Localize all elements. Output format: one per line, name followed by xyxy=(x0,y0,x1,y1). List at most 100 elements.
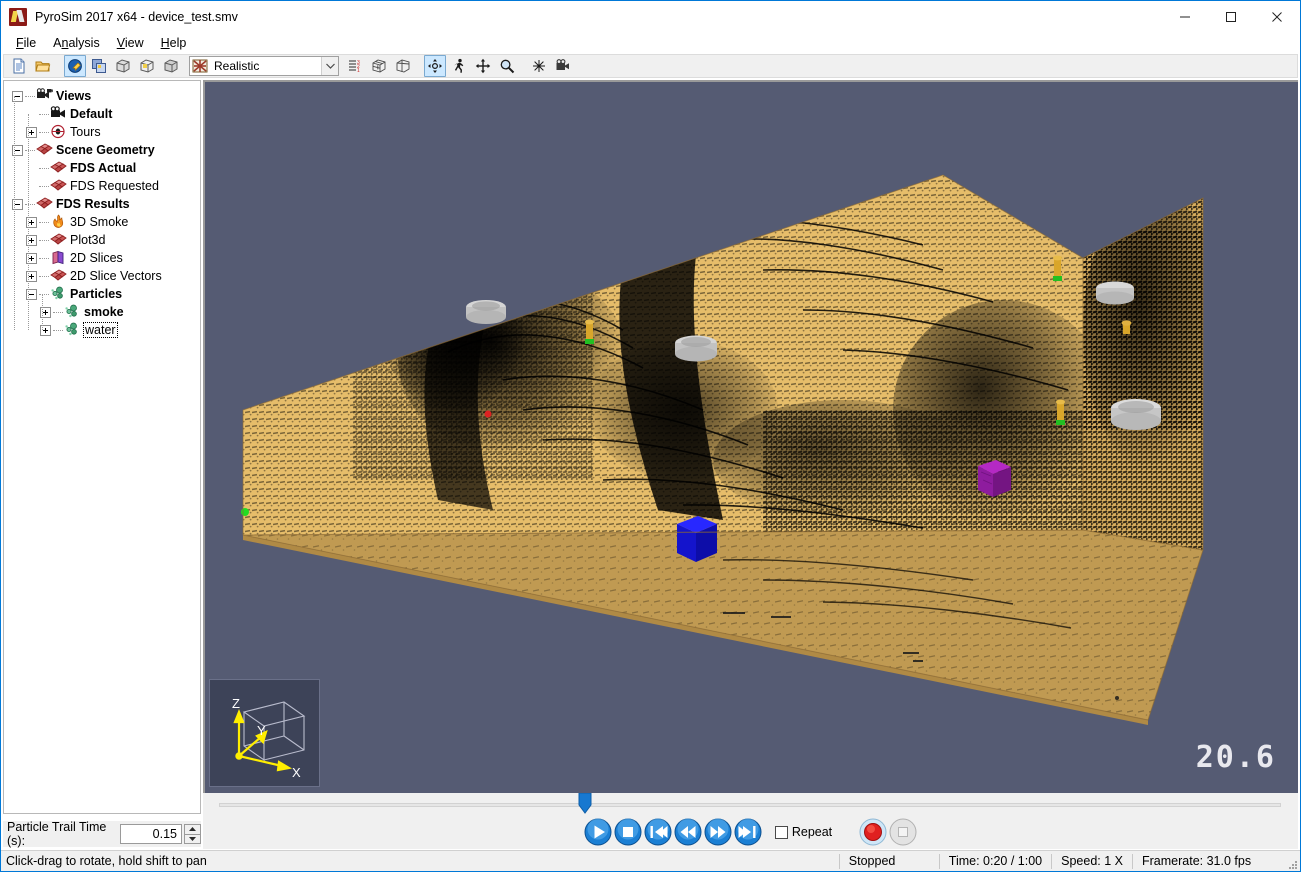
skip-to-end-button[interactable] xyxy=(734,818,762,846)
tree-item-label: Scene Geometry xyxy=(56,143,155,157)
tree-connector xyxy=(53,329,63,331)
tree-item-fds-actual[interactable]: FDS Actual xyxy=(8,159,200,177)
render-current-view-button[interactable] xyxy=(64,55,86,77)
close-icon[interactable] xyxy=(1254,1,1300,32)
smoke-detector-device xyxy=(466,300,506,324)
stop-record-button[interactable] xyxy=(889,818,917,846)
tree-item-3d-smoke[interactable]: 3D Smoke xyxy=(8,213,200,231)
tree-item-particles[interactable]: Particles xyxy=(8,285,200,303)
record-button[interactable] xyxy=(859,818,887,846)
svg-text:X: X xyxy=(292,765,301,780)
sprinkler-device xyxy=(585,319,594,344)
tree-item-plot3d[interactable]: Plot3d xyxy=(8,231,200,249)
movie-capture-button[interactable] xyxy=(552,55,574,77)
render-mode-value: Realistic xyxy=(214,59,260,73)
tree-item-2d-slice-vectors[interactable]: 2D Slice Vectors xyxy=(8,267,200,285)
particles-icon xyxy=(64,322,81,338)
menu-view[interactable]: View xyxy=(109,34,153,52)
tree-item-tours[interactable]: Tours xyxy=(8,123,200,141)
repeat-label: Repeat xyxy=(791,825,833,839)
play-button[interactable] xyxy=(584,818,612,846)
tree-guide-line xyxy=(14,96,15,330)
mesh-corner-marker-green xyxy=(241,508,249,516)
stepper-up-icon[interactable] xyxy=(184,824,201,835)
geometry-icon xyxy=(50,232,67,248)
geometry-icon xyxy=(50,160,67,176)
tree-item-label: Tours xyxy=(70,125,101,139)
tree-guide-line xyxy=(28,114,29,330)
tree-item-views[interactable]: Views xyxy=(8,87,200,105)
maximize-icon[interactable] xyxy=(1208,1,1254,32)
open-file-button[interactable] xyxy=(32,55,54,77)
tree-item-scene-geometry[interactable]: Scene Geometry xyxy=(8,141,200,159)
minimize-icon[interactable] xyxy=(1162,1,1208,32)
tree-connector xyxy=(25,149,35,151)
bounding-box-button[interactable] xyxy=(392,55,414,77)
tree-item-water[interactable]: water xyxy=(8,321,200,339)
tree-item-label: smoke xyxy=(84,305,124,319)
reset-view-button[interactable] xyxy=(528,55,550,77)
menu-bar: File Analysis View Help xyxy=(1,32,1300,54)
scene-tree-panel[interactable]: Views Default Tours Scene Geometry FDS Actua… xyxy=(3,80,201,814)
tree-item-label: FDS Actual xyxy=(70,161,137,175)
smoke-detector-device xyxy=(675,335,717,362)
mesh-grid-button[interactable] xyxy=(368,55,390,77)
time-slider-thumb[interactable] xyxy=(578,792,592,814)
repeat-checkbox[interactable] xyxy=(774,825,788,839)
tree-connector xyxy=(39,131,49,133)
render-all-button[interactable] xyxy=(88,55,110,77)
new-document-button[interactable] xyxy=(8,55,30,77)
tree-item-label: FDS Requested xyxy=(70,179,159,193)
zoom-tool-button[interactable] xyxy=(496,55,518,77)
resize-grip-icon[interactable] xyxy=(1282,853,1298,869)
status-state: Stopped xyxy=(838,853,939,869)
toolbar-separator-2 xyxy=(415,55,423,77)
playback-controls: Repeat xyxy=(203,815,1298,849)
fast-forward-button[interactable] xyxy=(704,818,732,846)
tree-item-default[interactable]: Default xyxy=(8,105,200,123)
tree-item-fds-requested[interactable]: FDS Requested xyxy=(8,177,200,195)
pan-tool-button[interactable] xyxy=(472,55,494,77)
particle-trail-stepper[interactable]: 0.15 xyxy=(120,824,201,844)
rotate-tool-button[interactable] xyxy=(424,55,446,77)
scene-tree: Views Default Tours Scene Geometry FDS Actua… xyxy=(4,81,200,339)
pyrosim-logo-icon xyxy=(9,7,27,26)
stop-button[interactable] xyxy=(614,818,642,846)
tree-item-label: Particles xyxy=(70,287,123,301)
3d-viewport[interactable]: Z X Y 20.6 xyxy=(203,80,1298,793)
show-geometry-button[interactable] xyxy=(112,55,134,77)
main-toolbar: Realistic 3 2 1 xyxy=(3,54,1298,78)
rewind-button[interactable] xyxy=(674,818,702,846)
menu-file[interactable]: File xyxy=(8,34,45,52)
tree-item-2d-slices[interactable]: 2D Slices xyxy=(8,249,200,267)
tree-item-label: Plot3d xyxy=(70,233,106,247)
sprinkler-device xyxy=(1121,320,1132,334)
particles-icon xyxy=(64,304,81,320)
repeat-toggle[interactable]: Repeat xyxy=(774,825,833,839)
menu-help-rest: elp xyxy=(169,36,187,50)
tree-item-smoke[interactable]: smoke xyxy=(8,303,200,321)
time-slider-row xyxy=(203,792,1298,815)
menu-analysis[interactable]: Analysis xyxy=(45,34,109,52)
title-bar: PyroSim 2017 x64 - device_test.smv xyxy=(1,1,1300,32)
geometry-icon xyxy=(36,142,53,158)
fds-particle-scene xyxy=(241,174,1204,725)
tree-connector xyxy=(39,275,49,277)
time-slider-track[interactable] xyxy=(219,803,1281,807)
colorbar-button[interactable]: 3 2 1 xyxy=(344,55,366,77)
particle-trail-spin-buttons[interactable] xyxy=(184,824,201,844)
show-outline-button[interactable] xyxy=(136,55,158,77)
svg-text:Y: Y xyxy=(257,723,266,738)
tree-connector xyxy=(39,221,49,223)
show-surfaces-button[interactable] xyxy=(160,55,182,77)
stepper-down-icon[interactable] xyxy=(184,834,201,844)
status-bar: Click-drag to rotate, hold shift to pan … xyxy=(1,850,1300,871)
render-mode-combobox[interactable]: Realistic xyxy=(189,56,339,76)
menu-help[interactable]: Help xyxy=(153,34,196,52)
skip-to-start-button[interactable] xyxy=(644,818,672,846)
walk-tool-button[interactable] xyxy=(448,55,470,77)
particle-trail-input[interactable]: 0.15 xyxy=(120,824,182,844)
geometry-icon xyxy=(36,196,53,212)
chevron-down-icon[interactable] xyxy=(321,57,338,75)
tree-item-fds-results[interactable]: FDS Results xyxy=(8,195,200,213)
